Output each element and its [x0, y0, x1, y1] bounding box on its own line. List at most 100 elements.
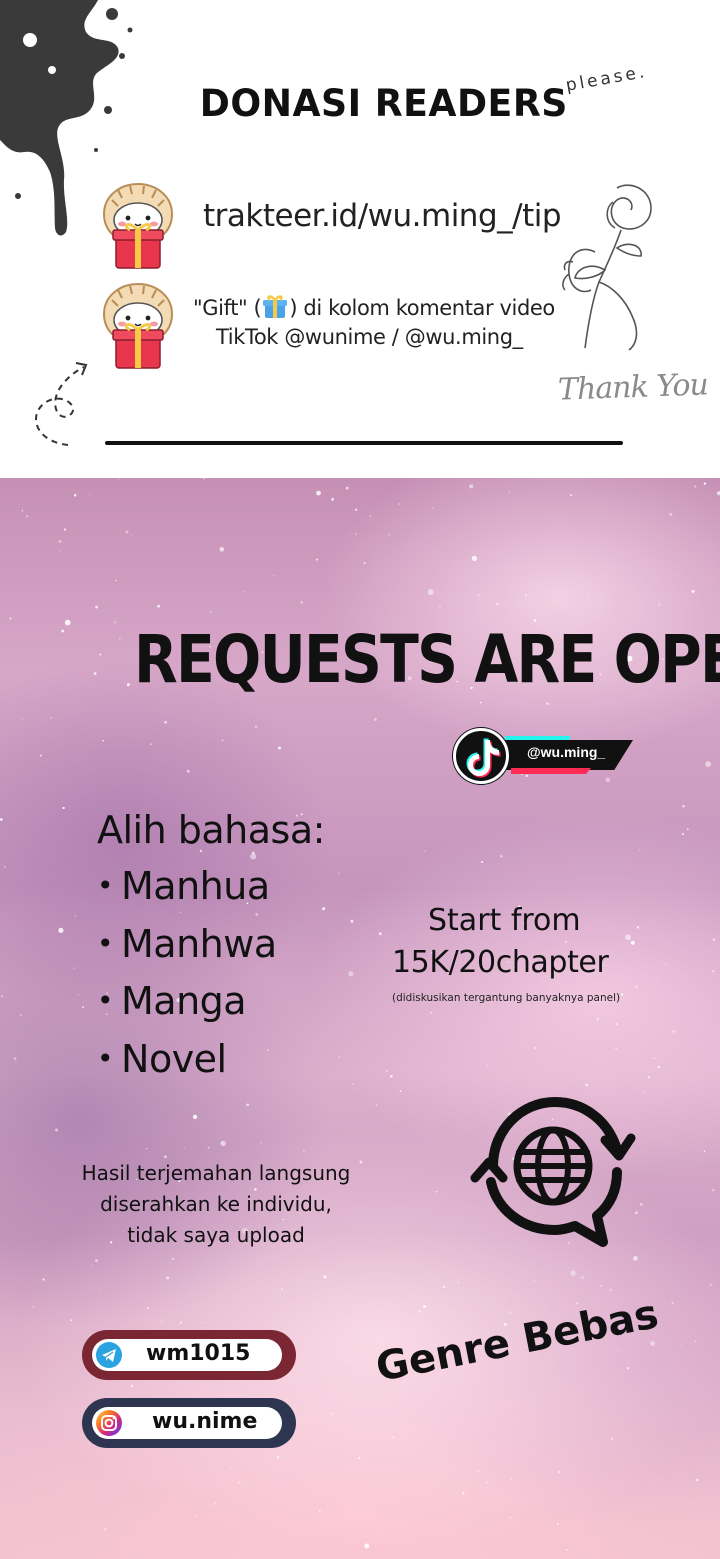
- star-dot: [510, 1478, 512, 1480]
- gift-suffix: ) di kolom komentar video: [289, 296, 555, 320]
- star-dot: [73, 967, 75, 969]
- star-dot: [302, 1149, 305, 1152]
- star-dot: [237, 1481, 241, 1485]
- trakteer-link[interactable]: trakteer.id/wu.ming_/tip: [203, 198, 562, 234]
- delivery-note-line: tidak saya upload: [127, 1223, 305, 1247]
- star-dot: [145, 1147, 148, 1150]
- star-dot: [609, 1288, 613, 1292]
- telegram-contact[interactable]: wm1015: [82, 1330, 296, 1380]
- star-dot: [392, 1436, 394, 1439]
- star-dot: [209, 1504, 211, 1506]
- star-dot: [346, 1360, 348, 1362]
- thank-you-script: Thank You: [557, 367, 709, 408]
- star-dot: [669, 513, 673, 516]
- star-dot: [179, 1321, 183, 1324]
- instagram-contact[interactable]: wu.nime: [82, 1398, 296, 1448]
- star-dot: [496, 602, 499, 605]
- star-dot: [509, 1311, 512, 1314]
- price-label: Start from: [428, 903, 581, 938]
- star-dot: [585, 1083, 589, 1087]
- star-dot: [73, 493, 77, 497]
- star-dot: [126, 683, 130, 687]
- star-dot: [363, 561, 366, 564]
- divider-line: [105, 441, 623, 445]
- star-dot: [570, 1270, 576, 1276]
- star-dot: [587, 597, 589, 599]
- star-dot: [691, 590, 695, 593]
- star-dot: [95, 605, 98, 609]
- star-dot: [369, 515, 372, 517]
- star-dot: [130, 533, 133, 535]
- tiktok-badge[interactable]: @wu.ming_: [453, 728, 635, 784]
- star-dot: [469, 484, 474, 489]
- star-dot: [712, 970, 715, 973]
- star-dot: [399, 1090, 402, 1092]
- star-dot: [378, 932, 382, 936]
- star-dot: [442, 1285, 446, 1288]
- star-dot: [621, 993, 624, 996]
- star-dot: [557, 1470, 561, 1474]
- star-dot: [564, 940, 568, 943]
- star-dot: [272, 575, 275, 577]
- star-dot: [192, 1114, 198, 1120]
- star-dot: [352, 1083, 354, 1085]
- star-dot: [524, 594, 528, 597]
- star-dot: [643, 1091, 645, 1094]
- star-dot: [424, 850, 426, 852]
- star-dot: [421, 1191, 423, 1194]
- star-dot: [546, 702, 549, 705]
- list-item: • Manga: [97, 979, 247, 1023]
- star-dot: [103, 1527, 107, 1531]
- star-dot: [39, 754, 42, 757]
- star-dot: [438, 605, 441, 608]
- star-dot: [462, 1492, 465, 1495]
- star-dot: [171, 1258, 174, 1260]
- star-dot: [622, 945, 624, 947]
- mascot-gift-sticker: [102, 182, 174, 269]
- star-dot: [615, 1047, 617, 1050]
- star-dot: [385, 1069, 388, 1072]
- star-dot: [705, 761, 712, 767]
- star-dot: [694, 485, 697, 488]
- star-dot: [203, 478, 206, 480]
- star-dot: [640, 1203, 643, 1206]
- star-dot: [570, 494, 573, 497]
- star-dot: [214, 1503, 216, 1505]
- star-dot: [657, 1066, 660, 1069]
- gift-emoji-icon: [263, 295, 288, 318]
- star-dot: [653, 1057, 655, 1059]
- star-dot: [0, 818, 3, 821]
- mascot-gift-sticker: [102, 282, 174, 369]
- star-dot: [703, 482, 707, 485]
- star-dot: [146, 1307, 149, 1309]
- star-dot: [117, 478, 120, 480]
- star-dot: [330, 1412, 333, 1415]
- star-dot: [1, 995, 4, 998]
- star-dot: [479, 701, 482, 704]
- star-dot: [635, 985, 638, 988]
- star-dot: [565, 1548, 568, 1551]
- star-dot: [338, 872, 340, 874]
- star-dot: [316, 490, 321, 496]
- star-dot: [600, 1284, 603, 1287]
- star-dot: [19, 1014, 22, 1017]
- star-dot: [244, 590, 246, 592]
- star-dot: [55, 1128, 58, 1132]
- star-dot: [195, 1515, 197, 1518]
- star-dot: [32, 1306, 35, 1308]
- star-dot: [471, 555, 478, 562]
- star-dot: [709, 1283, 713, 1286]
- star-dot: [364, 1543, 370, 1549]
- star-dot: [322, 907, 326, 911]
- star-dot: [250, 853, 257, 860]
- star-dot: [534, 1280, 536, 1282]
- star-dot: [359, 1160, 363, 1164]
- star-dot: [348, 971, 354, 977]
- delivery-note-line: Hasil terjemahan langsung: [81, 1161, 351, 1185]
- star-dot: [358, 1456, 361, 1459]
- star-dot: [486, 1064, 488, 1067]
- star-dot: [130, 1384, 134, 1387]
- star-dot: [650, 1341, 655, 1347]
- star-dot: [82, 1006, 84, 1009]
- star-dot: [84, 682, 86, 684]
